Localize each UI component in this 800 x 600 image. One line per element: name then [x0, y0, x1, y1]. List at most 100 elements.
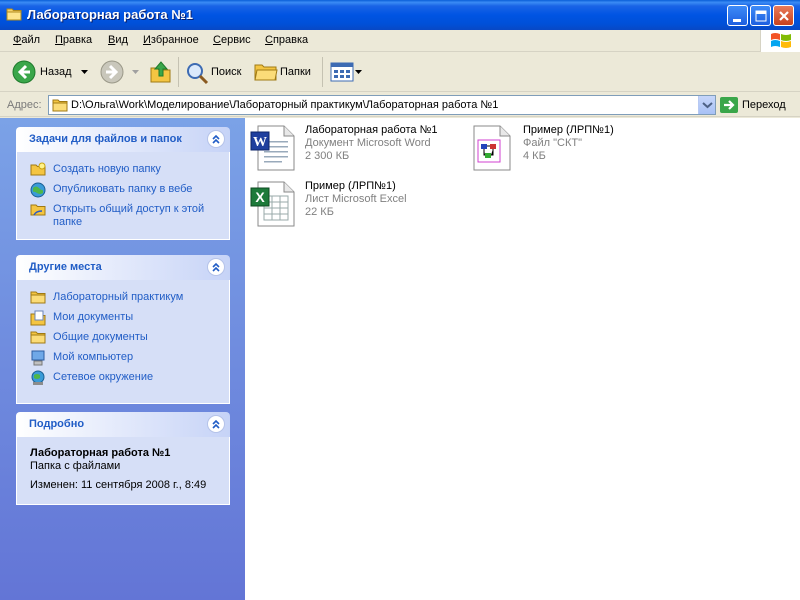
maximize-icon [755, 10, 767, 22]
folder-icon [52, 99, 68, 112]
forward-button[interactable] [98, 53, 142, 92]
windows-flag-icon [771, 33, 791, 48]
task-share-folder[interactable]: Открыть общий доступ к этой папке [17, 203, 217, 229]
place-my-computer-label: Мой компьютер [53, 351, 134, 363]
file-item-skt[interactable]: Пример (ЛРП№1) Файл "СКТ" 4 КБ [468, 124, 668, 172]
task-new-folder-label: Создать новую папку [53, 163, 161, 175]
menu-favorites-label: збранное [150, 34, 199, 46]
file-tasks-panel: Задачи для файлов и папок Создать новую … [16, 127, 230, 240]
task-publish-web-label: Опубликовать папку в вебе [53, 183, 193, 195]
go-label: Переход [742, 99, 786, 111]
place-network[interactable]: Сетевое окружение [17, 370, 154, 385]
search-button[interactable]: Поиск [182, 53, 248, 92]
other-places-title: Другие места [29, 261, 102, 273]
search-label: Поиск [211, 66, 242, 78]
place-my-documents[interactable]: Мои документы [17, 310, 134, 326]
other-places-panel: Другие места Лабораторный практикум Мои … [16, 255, 230, 404]
address-path: D:\Ольга\Work\Моделирование\Лабораторный… [71, 99, 499, 111]
word-document-icon: W [250, 125, 295, 171]
menu-bar: Файл Правка Вид Избранное Сервис Справка [0, 30, 800, 52]
details-name: Лабораторная работа №1 [30, 447, 171, 459]
menu-help-accel: С [265, 34, 273, 46]
explorer-window: Лабораторная работа №1 Файл Правка Вид И… [0, 0, 800, 600]
details-modified: Изменен: 11 сентября 2008 г., 8:49 [30, 479, 207, 491]
close-button[interactable] [773, 5, 794, 26]
close-icon [779, 11, 789, 21]
details-body: Лабораторная работа №1 Папка с файлами И… [16, 437, 230, 505]
back-button[interactable]: Назад [10, 53, 90, 92]
place-my-computer[interactable]: Мой компьютер [17, 350, 134, 366]
collapse-button[interactable] [207, 130, 225, 148]
file-tasks-header[interactable]: Задачи для файлов и папок [16, 127, 230, 152]
details-header[interactable]: Подробно [16, 412, 230, 437]
file-size: 22 КБ [305, 206, 334, 218]
place-shared-documents-label: Общие документы [53, 331, 148, 343]
up-folder-button[interactable] [148, 53, 174, 92]
back-arrow-icon [12, 60, 36, 84]
place-my-documents-label: Мои документы [53, 311, 134, 323]
minimize-button[interactable] [727, 5, 748, 26]
task-share-folder-label: Открыть общий доступ к этой папке [53, 203, 205, 228]
chevron-down-icon [355, 70, 362, 74]
maximize-button[interactable] [750, 5, 771, 26]
menu-favorites-accel: И [143, 34, 151, 46]
skt-file-icon [473, 125, 511, 171]
other-places-body: Лабораторный практикум Мои документы Общ… [16, 280, 230, 404]
views-button[interactable] [328, 53, 364, 92]
folder-icon [6, 8, 22, 21]
up-folder-icon [150, 61, 171, 83]
menu-tools[interactable]: Сервис [213, 34, 251, 46]
task-publish-web[interactable]: Опубликовать папку в вебе [17, 182, 193, 198]
other-places-header[interactable]: Другие места [16, 255, 230, 280]
go-button[interactable]: Переход [720, 97, 786, 116]
svg-text:W: W [253, 135, 267, 150]
menu-help[interactable]: Справка [265, 34, 308, 46]
my-documents-icon [30, 310, 46, 326]
address-dropdown-button[interactable] [698, 96, 715, 114]
folders-icon [254, 64, 278, 81]
chevron-down-icon [702, 102, 713, 109]
file-item-word[interactable]: W Лабораторная работа №1 Документ Micros… [250, 124, 450, 172]
place-network-label: Сетевое окружение [53, 371, 154, 383]
menu-edit[interactable]: Правка [55, 34, 92, 46]
chevron-up-icon [212, 419, 220, 429]
menu-help-label: правка [272, 34, 309, 46]
toolbar: Назад Поиск Папки [0, 53, 800, 92]
folder-icon [30, 291, 46, 304]
views-icon [330, 62, 354, 82]
file-list: W Лабораторная работа №1 Документ Micros… [245, 118, 800, 600]
chevron-up-icon [212, 134, 220, 144]
menu-view[interactable]: Вид [108, 34, 128, 46]
svg-text:X: X [255, 189, 265, 205]
place-lab-practicum[interactable]: Лабораторный практикум [17, 291, 183, 304]
file-size: 4 КБ [523, 150, 546, 162]
network-icon [31, 370, 45, 385]
chevron-up-icon [212, 262, 220, 272]
menu-edit-accel: П [55, 34, 63, 46]
my-computer-icon [31, 350, 45, 366]
details-type: Папка с файлами [30, 460, 121, 472]
menu-favorites[interactable]: Избранное [143, 34, 199, 46]
minimize-icon [733, 19, 741, 22]
file-item-excel[interactable]: X Пример (ЛРП№1) Лист Microsoft Excel 22… [250, 180, 450, 228]
toolbar-separator [178, 57, 179, 87]
address-input[interactable]: D:\Ольга\Work\Моделирование\Лабораторный… [48, 95, 716, 115]
place-shared-documents[interactable]: Общие документы [17, 331, 148, 344]
menu-tools-accel: С [213, 34, 221, 46]
chevron-down-icon [132, 70, 139, 74]
go-arrow-icon [720, 97, 738, 113]
address-bar: Адрес: D:\Ольга\Work\Моделирование\Лабор… [0, 93, 800, 117]
task-new-folder[interactable]: Создать новую папку [17, 162, 161, 176]
menu-tools-label: ервис [220, 34, 251, 46]
menu-view-label: ид [115, 34, 128, 46]
task-pane: Задачи для файлов и папок Создать новую … [0, 118, 245, 600]
details-panel: Подробно Лабораторная работа №1 Папка с … [16, 412, 230, 505]
file-tasks-title: Задачи для файлов и папок [29, 133, 182, 145]
menu-file[interactable]: Файл [13, 34, 40, 46]
file-name: Лабораторная работа №1 [305, 124, 438, 136]
windows-logo [760, 30, 800, 52]
collapse-button[interactable] [207, 415, 225, 433]
collapse-button[interactable] [207, 258, 225, 276]
folders-button[interactable]: Папки [252, 53, 318, 92]
title-bar[interactable]: Лабораторная работа №1 [0, 0, 800, 30]
